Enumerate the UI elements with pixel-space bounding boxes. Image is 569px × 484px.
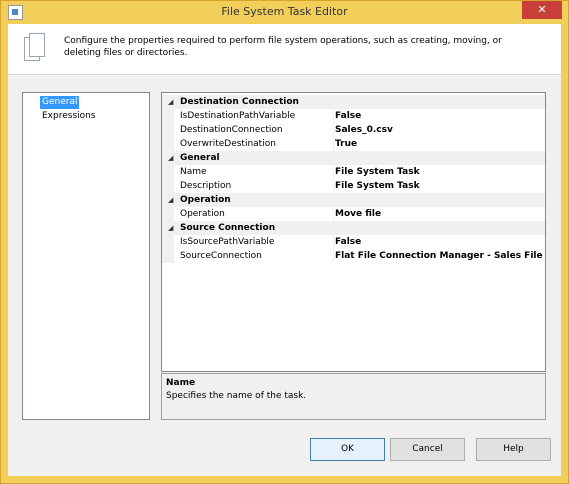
property-row-destinationconnection[interactable]: DestinationConnection Sales_0.csv xyxy=(162,123,545,137)
property-value[interactable]: File System Task xyxy=(335,165,420,179)
property-value[interactable]: Move file xyxy=(335,207,381,221)
property-value[interactable]: Sales_0.csv xyxy=(335,123,393,137)
property-grid: ◢ Destination Connection IsDestinationPa… xyxy=(161,92,546,372)
property-row-operation[interactable]: Operation Move file xyxy=(162,207,545,221)
property-name: DestinationConnection xyxy=(180,125,283,135)
property-row-issourcepathvariable[interactable]: IsSourcePathVariable False xyxy=(162,235,545,249)
header-area: Configure the properties required to per… xyxy=(8,24,561,75)
collapse-arrow-icon[interactable]: ◢ xyxy=(168,95,173,109)
ok-button[interactable]: OK xyxy=(310,438,385,461)
close-button[interactable]: ✕ xyxy=(522,1,562,19)
category-general[interactable]: ◢ General xyxy=(162,151,545,165)
collapse-arrow-icon[interactable]: ◢ xyxy=(168,221,173,235)
category-label: Operation xyxy=(180,195,231,205)
collapse-arrow-icon[interactable]: ◢ xyxy=(168,151,173,165)
property-name: SourceConnection xyxy=(180,251,262,261)
description-text: Specifies the name of the task. xyxy=(166,391,307,401)
property-name: Operation xyxy=(180,209,225,219)
property-name: IsSourcePathVariable xyxy=(180,237,275,247)
property-row-description[interactable]: Description File System Task xyxy=(162,179,545,193)
help-button[interactable]: Help xyxy=(476,438,551,461)
file-system-task-editor-window: File System Task Editor ✕ Configure the … xyxy=(0,0,569,484)
property-row-overwritedestination[interactable]: OverwriteDestination True xyxy=(162,137,545,151)
title-bar[interactable]: File System Task Editor ✕ xyxy=(1,1,568,23)
property-value[interactable]: True xyxy=(335,137,357,151)
documents-icon xyxy=(24,33,45,61)
page-list: General Expressions xyxy=(22,92,150,420)
category-destination-connection[interactable]: ◢ Destination Connection xyxy=(162,95,545,109)
property-name: IsDestinationPathVariable xyxy=(180,111,296,121)
category-label: Destination Connection xyxy=(180,97,299,107)
category-label: Source Connection xyxy=(180,223,276,233)
description-title: Name xyxy=(166,378,196,388)
window-title: File System Task Editor xyxy=(221,5,348,18)
nav-item-expressions[interactable]: Expressions xyxy=(40,110,98,123)
category-label: General xyxy=(180,153,220,163)
property-value[interactable]: False xyxy=(335,109,361,123)
nav-item-general[interactable]: General xyxy=(40,96,80,109)
category-source-connection[interactable]: ◢ Source Connection xyxy=(162,221,545,235)
property-value[interactable]: Flat File Connection Manager - Sales Fil… xyxy=(335,249,543,263)
property-value[interactable]: False xyxy=(335,235,361,249)
property-row-sourceconnection[interactable]: SourceConnection Flat File Connection Ma… xyxy=(162,249,545,263)
property-row-name[interactable]: Name File System Task xyxy=(162,165,545,179)
property-value[interactable]: File System Task xyxy=(335,179,420,193)
property-name: Name xyxy=(180,167,207,177)
category-operation[interactable]: ◢ Operation xyxy=(162,193,545,207)
collapse-arrow-icon[interactable]: ◢ xyxy=(168,193,173,207)
dialog-client-area: Configure the properties required to per… xyxy=(8,24,561,476)
property-description-box: Name Specifies the name of the task. xyxy=(161,373,546,420)
property-row-isdestinationpathvariable[interactable]: IsDestinationPathVariable False xyxy=(162,109,545,123)
header-description: Configure the properties required to per… xyxy=(64,36,502,58)
cancel-button[interactable]: Cancel xyxy=(390,438,465,461)
property-name: Description xyxy=(180,181,232,191)
property-name: OverwriteDestination xyxy=(180,139,276,149)
